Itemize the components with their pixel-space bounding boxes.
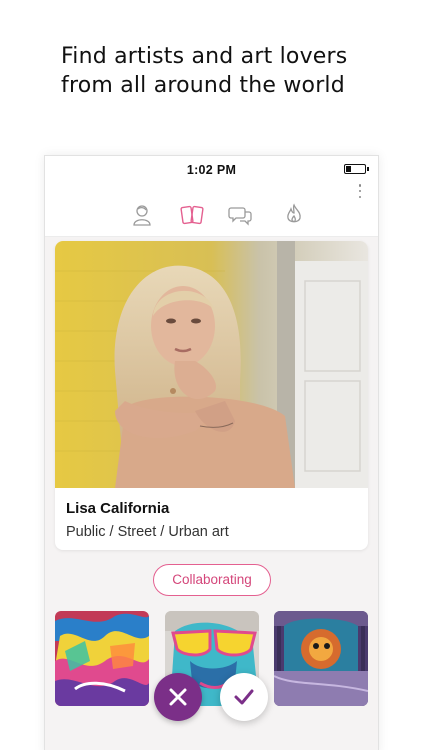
- cards-icon[interactable]: [179, 202, 205, 228]
- promo-headline: Find artists and art lovers from all aro…: [61, 42, 401, 100]
- graffiti-room-image[interactable]: [274, 611, 368, 706]
- close-icon: [169, 688, 187, 706]
- profile-card[interactable]: Lisa California Public / Street / Urban …: [55, 241, 368, 550]
- accept-button[interactable]: [220, 673, 268, 721]
- status-bar: 1:02 PM: [45, 156, 378, 182]
- top-nav-bar: [45, 182, 378, 237]
- battery-icon: [344, 164, 369, 174]
- promo-headline-line2: from all around the world: [61, 73, 345, 98]
- more-vertical-icon[interactable]: [356, 184, 364, 198]
- status-time: 1:02 PM: [186, 163, 237, 177]
- user-icon[interactable]: [129, 202, 155, 228]
- battery-level: [346, 166, 351, 172]
- profile-name: Lisa California: [66, 500, 170, 517]
- graffiti-wall-image[interactable]: [55, 611, 149, 706]
- check-icon: [234, 689, 254, 705]
- profile-category: Public / Street / Urban art: [66, 524, 229, 540]
- flame-icon[interactable]: [281, 202, 307, 228]
- profile-photo[interactable]: [55, 241, 368, 488]
- phone-screen: 1:02 PM Lisa California Public / Street …: [44, 155, 379, 750]
- chat-icon[interactable]: [228, 202, 254, 228]
- collaborating-badge[interactable]: Collaborating: [153, 564, 271, 596]
- promo-headline-line1: Find artists and art lovers: [61, 44, 348, 69]
- reject-button[interactable]: [154, 673, 202, 721]
